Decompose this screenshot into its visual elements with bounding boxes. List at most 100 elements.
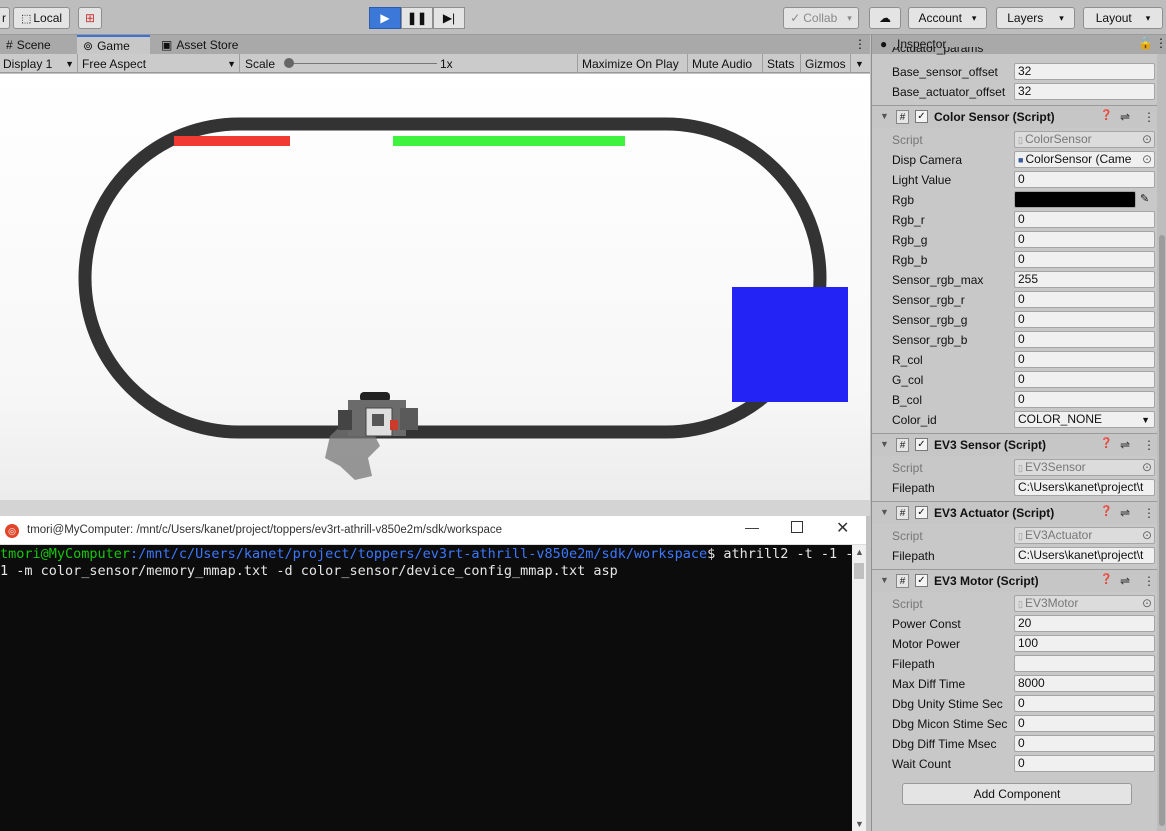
scrollbar-thumb[interactable] [854,563,864,579]
help-icon[interactable]: ❓ [1100,574,1112,585]
lock-icon[interactable]: 🔒 [1138,36,1153,50]
field-value[interactable]: 0 [1014,695,1155,712]
scale-slider-track[interactable] [287,63,437,64]
gizmos-toggle[interactable]: Gizmos [802,54,851,73]
object-picker-icon[interactable]: ⊙ [1142,132,1152,147]
enabled-checkbox[interactable]: ✓ [915,506,928,519]
preset-icon[interactable]: ⇌ [1120,438,1130,452]
field-value[interactable]: 0 [1014,291,1155,308]
more-options-icon[interactable]: ⋮ [1143,574,1155,588]
enabled-checkbox[interactable]: ✓ [915,110,928,123]
object-picker-icon[interactable]: ⊙ [1142,152,1152,167]
field-value[interactable]: 0 [1014,391,1155,408]
field-value[interactable]: 0 [1014,755,1155,772]
object-picker-icon[interactable]: ⊙ [1142,596,1152,611]
color-id-dropdown[interactable]: COLOR_NONE ▼ [1014,411,1155,428]
scale-slider-handle[interactable] [284,58,294,68]
tab-scene[interactable]: # Scene [0,35,76,54]
field-value[interactable]: 0 [1014,211,1155,228]
component-header-ev3-sensor[interactable]: ▼ # ✓ EV3 Sensor (Script) ❓ ⇌ ⋮ [872,433,1157,456]
foldout-arrow-icon[interactable]: ▼ [880,439,889,449]
more-options-icon[interactable]: ⋮ [1143,506,1155,520]
more-options-icon[interactable]: ⋮ [1155,36,1166,50]
help-icon[interactable]: ❓ [1100,506,1112,517]
grid-snap-button[interactable]: ⊞ [78,7,102,29]
inspector-scrollbar-thumb[interactable] [1159,235,1165,826]
cloud-button[interactable]: ☁ [869,7,901,29]
layers-dropdown[interactable]: Layers ▾ [996,7,1075,29]
field-value[interactable]: 0 [1014,331,1155,348]
field-value[interactable]: ▯ EV3Sensor ⊙ [1014,459,1155,476]
enabled-checkbox[interactable]: ✓ [915,574,928,587]
terminal-scrollbar[interactable]: ▲ ▼ [852,545,866,831]
field-value[interactable]: 0 [1014,171,1155,188]
tab-game[interactable]: ⊚ Game [77,35,150,54]
field-value[interactable]: 0 [1014,311,1155,328]
field-value[interactable]: 8000 [1014,675,1155,692]
component-header-ev3-motor[interactable]: ▼ # ✓ EV3 Motor (Script) ❓ ⇌ ⋮ [872,569,1157,592]
preset-icon[interactable]: ⇌ [1120,110,1130,124]
add-component-button[interactable]: Add Component [902,783,1132,805]
layout-dropdown[interactable]: Layout ▾ [1083,7,1163,29]
component-header-ev3-actuator[interactable]: ▼ # ✓ EV3 Actuator (Script) ❓ ⇌ ⋮ [872,501,1157,524]
inspector-field-row: Script ▯ EV3Motor ⊙ [872,594,1157,614]
field-value[interactable]: 0 [1014,715,1155,732]
field-value[interactable]: C:\Users\kanet\project\t [1014,547,1155,564]
local-global-toggle-button[interactable]: ⬚ Local [13,7,70,29]
stats-toggle[interactable]: Stats [764,54,801,73]
preset-icon[interactable]: ⇌ [1120,506,1130,520]
foldout-arrow-icon[interactable]: ▼ [880,575,889,585]
field-value[interactable]: C:\Users\kanet\project\t [1014,479,1155,496]
field-value[interactable]: 32 [1014,63,1155,80]
pause-button[interactable]: ❚❚ [401,7,433,29]
field-value[interactable]: 255 [1014,271,1155,288]
mute-audio-toggle[interactable]: Mute Audio [689,54,763,73]
collab-label: Collab [803,11,838,25]
close-icon[interactable]: ✕ [836,518,849,538]
step-button[interactable]: ▶| [433,7,465,29]
gizmos-dropdown[interactable]: ▼ [852,54,870,73]
help-icon[interactable]: ❓ [1100,110,1112,121]
field-value[interactable]: 100 [1014,635,1155,652]
more-options-icon[interactable]: ⋮ [1143,438,1155,452]
tab-asset-store[interactable]: ▣ Asset Store [155,35,255,54]
maximize-on-play-toggle[interactable]: Maximize On Play [579,54,688,73]
collab-dropdown[interactable]: ✓ Collab ▾ [783,7,859,29]
field-value[interactable]: 20 [1014,615,1155,632]
component-header-color-sensor[interactable]: ▼ # ✓ Color Sensor (Script) ❓ ⇌ ⋮ [872,105,1157,128]
more-options-icon[interactable]: ⋮ [1143,110,1155,124]
object-picker-icon[interactable]: ⊙ [1142,460,1152,475]
foldout-arrow-icon[interactable]: ▼ [880,111,889,121]
foldout-arrow-icon[interactable]: ▼ [880,507,889,517]
maximize-icon[interactable] [791,521,803,533]
pivot-toggle-button[interactable]: r [0,7,10,29]
field-value[interactable]: 0 [1014,371,1155,388]
minimize-icon[interactable]: — [745,519,759,535]
field-value[interactable]: ▯ EV3Actuator ⊙ [1014,527,1155,544]
field-value[interactable]: ▯ ColorSensor ⊙ [1014,131,1155,148]
game-viewport[interactable] [0,74,870,500]
store-icon: ▣ [161,37,173,52]
aspect-dropdown[interactable]: Free Aspect ▼ [79,54,240,73]
eyedropper-icon[interactable]: ✎ [1140,192,1149,205]
scroll-up-icon[interactable]: ▲ [855,547,864,557]
play-button[interactable]: ▶ [369,7,401,29]
more-options-icon[interactable]: ⋮ [854,37,866,51]
rgb-color-field[interactable] [1014,191,1136,208]
field-value[interactable]: 0 [1014,251,1155,268]
scroll-down-icon[interactable]: ▼ [855,819,864,829]
preset-icon[interactable]: ⇌ [1120,574,1130,588]
terminal-output[interactable]: tmori@MyComputer:/mnt/c/Users/kanet/proj… [0,545,862,831]
account-dropdown[interactable]: Account ▾ [908,7,987,29]
field-value[interactable]: 0 [1014,231,1155,248]
field-value[interactable]: ■ ColorSensor (Came ⊙ [1014,151,1155,168]
help-icon[interactable]: ❓ [1100,438,1112,449]
enabled-checkbox[interactable]: ✓ [915,438,928,451]
field-value[interactable]: 32 [1014,83,1155,100]
display-dropdown[interactable]: Display 1 ▼ [0,54,78,73]
object-picker-icon[interactable]: ⊙ [1142,528,1152,543]
field-value[interactable]: 0 [1014,351,1155,368]
field-value[interactable]: ▯ EV3Motor ⊙ [1014,595,1155,612]
field-value[interactable]: 0 [1014,735,1155,752]
field-value[interactable] [1014,655,1155,672]
